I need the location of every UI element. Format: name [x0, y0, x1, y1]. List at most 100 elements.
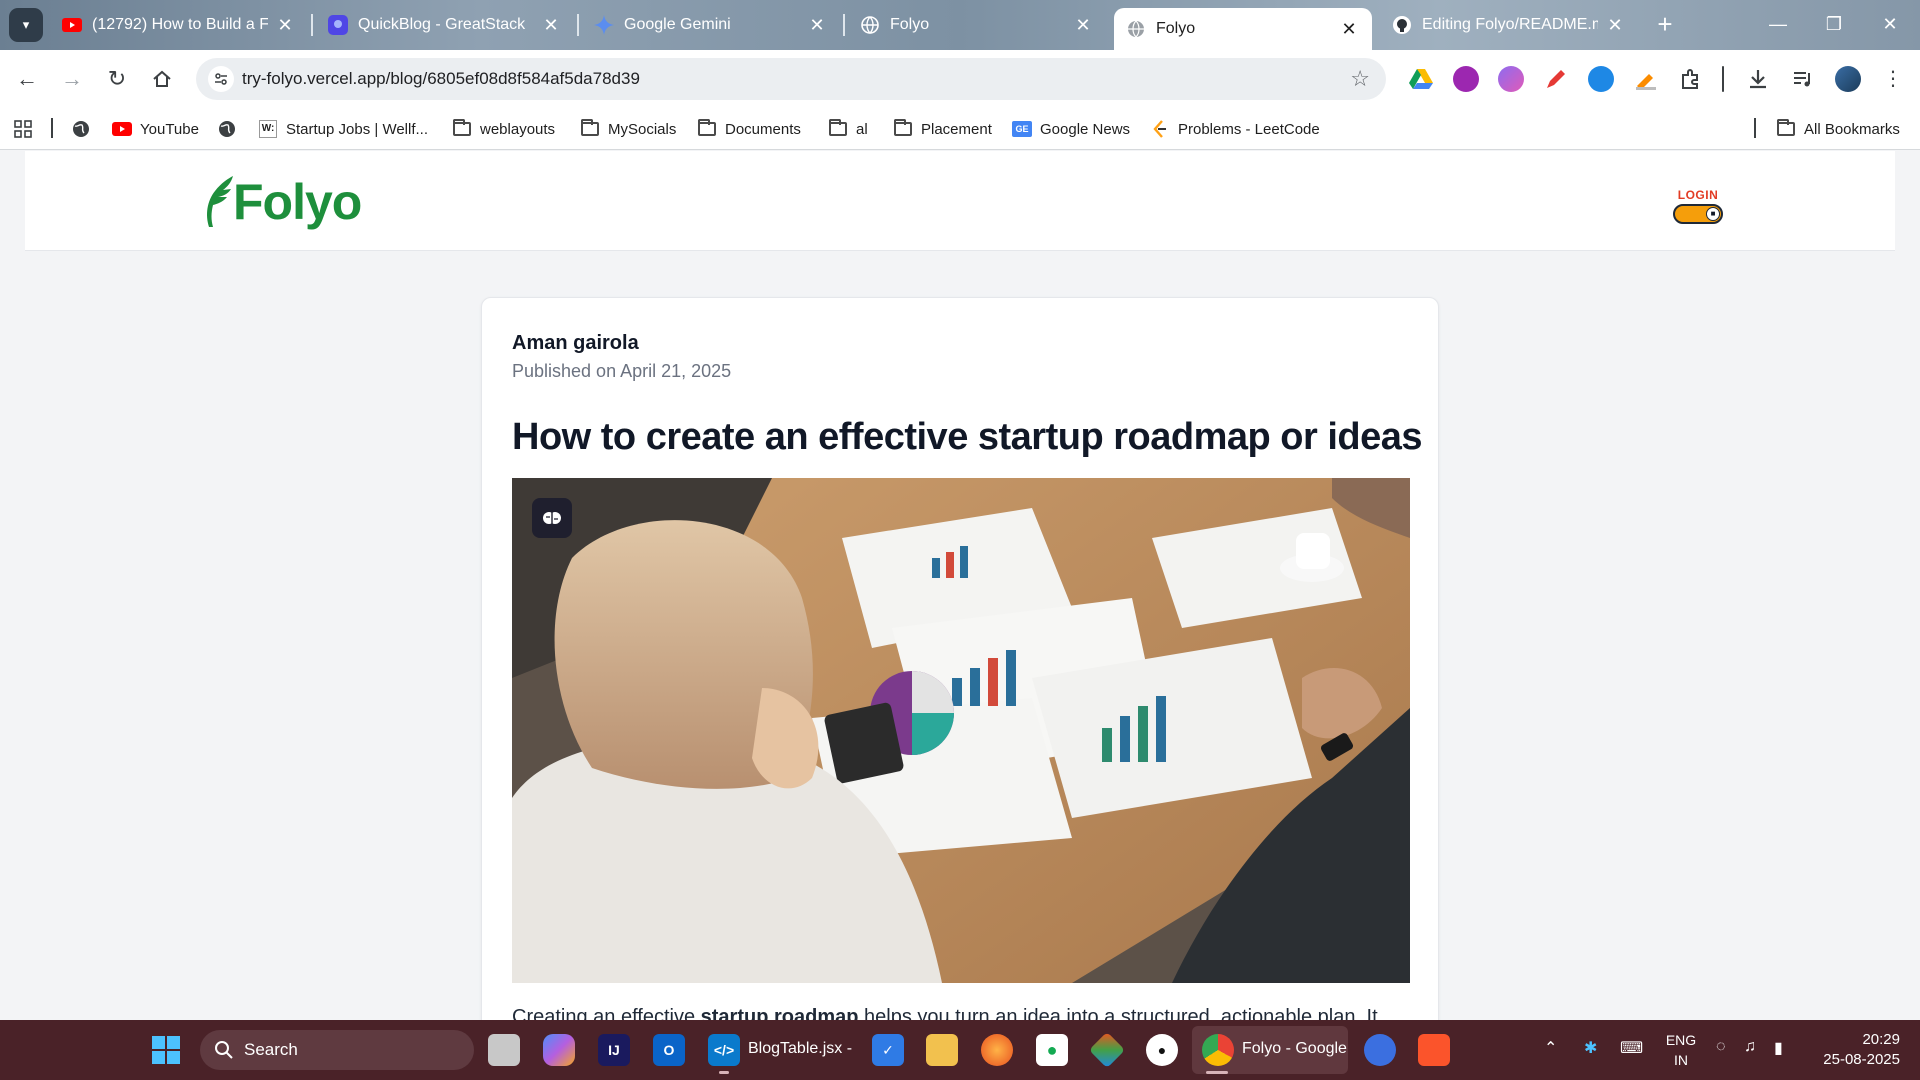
wifi-icon[interactable]: ◌ — [1716, 1038, 1726, 1056]
tab-folyo-active[interactable]: Folyo ✕ — [1114, 8, 1372, 50]
bookmark-leetcode[interactable]: Problems - LeetCode — [1150, 118, 1320, 140]
keyboard-icon[interactable]: ⌨ — [1620, 1038, 1643, 1058]
minimize-button[interactable]: — — [1750, 8, 1806, 40]
site-info-icon[interactable] — [208, 66, 234, 92]
intellij-icon[interactable]: IJ — [598, 1034, 630, 1066]
google-drive-icon[interactable] — [1408, 66, 1434, 92]
bookmark-star-icon[interactable]: ☆ — [1350, 66, 1370, 92]
tab-youtube[interactable]: (12792) How to Build a Full ✕ — [50, 6, 308, 44]
translate-app-icon[interactable] — [1364, 1034, 1396, 1066]
close-icon[interactable]: ✕ — [1074, 15, 1092, 36]
blog-post-card: Aman gairola Published on April 21, 2025… — [481, 297, 1439, 1057]
back-button[interactable]: ← — [11, 63, 43, 95]
download-icon[interactable] — [1745, 66, 1771, 92]
chevron-up-icon[interactable]: ⌃ — [1544, 1038, 1557, 1058]
github-desktop-icon[interactable]: ● — [1146, 1034, 1178, 1066]
url-text: try-folyo.vercel.app/blog/6805ef08d8f584… — [242, 69, 640, 88]
windows-start-icon[interactable] — [150, 1034, 182, 1066]
close-window-button[interactable]: ✕ — [1862, 8, 1918, 40]
chrome-icon — [1202, 1034, 1234, 1066]
tab-gemini[interactable]: Google Gemini ✕ — [582, 6, 840, 44]
task-view-icon[interactable] — [488, 1034, 520, 1066]
all-bookmarks-label: All Bookmarks — [1804, 120, 1900, 138]
bluetooth-icon[interactable]: ✱ — [1584, 1038, 1597, 1058]
mongodb-icon[interactable]: ● — [1036, 1034, 1068, 1066]
profile-avatar[interactable] — [1835, 66, 1861, 92]
bookmark-youtube[interactable]: YouTube — [112, 118, 199, 140]
bookmark-folder-weblayouts[interactable]: weblayouts — [452, 118, 555, 140]
bookmark-folder-placement[interactable]: Placement — [893, 118, 992, 140]
globe-icon[interactable] — [72, 118, 90, 140]
bookmark-folder-documents[interactable]: Documents — [697, 118, 801, 140]
vscode-window-label[interactable]: BlogTable.jsx - — [748, 1040, 852, 1058]
bookmark-folder-al[interactable]: al — [828, 118, 868, 140]
pen-extension-icon[interactable] — [1543, 66, 1569, 92]
outlook-icon[interactable]: O — [653, 1034, 685, 1066]
minimize-icon: — — [1769, 14, 1787, 34]
tab-quickblog[interactable]: QuickBlog - GreatStack ✕ — [316, 6, 574, 44]
tab-title: (12792) How to Build a Full — [92, 16, 268, 33]
youtube-icon — [62, 15, 82, 35]
forward-button[interactable]: → — [56, 63, 88, 95]
copilot-icon[interactable] — [543, 1034, 575, 1066]
tab-divider — [577, 14, 579, 36]
media-control-icon[interactable] — [1790, 66, 1816, 92]
bookmark-label: YouTube — [140, 120, 199, 138]
taskbar-search[interactable]: Search — [200, 1030, 474, 1070]
home-button[interactable] — [146, 63, 178, 95]
folder-icon — [697, 119, 717, 138]
language-indicator[interactable]: ENG IN — [1664, 1030, 1698, 1070]
bookmark-folder-mysocials[interactable]: MySocials — [580, 118, 676, 140]
extension-purple-icon[interactable] — [1453, 66, 1479, 92]
close-icon[interactable]: ✕ — [1606, 15, 1624, 36]
vscode-icon[interactable]: </> — [708, 1034, 740, 1066]
post-author: Aman gairola — [512, 332, 639, 354]
git-kraken-icon[interactable] — [1088, 1031, 1126, 1069]
system-clock[interactable]: 20:29 25-08-2025 — [1810, 1030, 1900, 1070]
tab-search-button[interactable]: ▾ — [9, 8, 43, 42]
extensions-puzzle-icon[interactable] — [1678, 66, 1704, 92]
new-tab-button[interactable]: + — [1650, 10, 1680, 40]
login-label: LOGIN — [1677, 188, 1719, 202]
tab-title: Folyo — [890, 16, 930, 33]
firefox-icon[interactable] — [981, 1034, 1013, 1066]
globe-icon[interactable] — [218, 118, 236, 140]
restore-button[interactable]: ❐ — [1806, 8, 1862, 40]
bookmarks-divider — [51, 118, 53, 138]
close-icon[interactable]: ✕ — [808, 15, 826, 36]
apps-grid-icon[interactable] — [14, 118, 32, 140]
bookmark-google-news[interactable]: GE Google News — [1012, 118, 1130, 140]
bookmark-label: MySocials — [608, 120, 677, 138]
bookmark-label: al — [856, 120, 868, 138]
leaf-logo-icon — [207, 176, 233, 227]
leetcode-icon — [1150, 120, 1170, 138]
brave-icon[interactable] — [1418, 1034, 1450, 1066]
brain-extension-icon[interactable] — [1498, 66, 1524, 92]
bookmarks-bar: YouTube W: Startup Jobs | Wellf... webla… — [0, 108, 1920, 150]
close-icon[interactable]: ✕ — [276, 15, 294, 36]
wellfound-icon: W: — [258, 120, 278, 138]
menu-kebab-icon[interactable]: ⋮ — [1880, 66, 1906, 92]
translate-extension-icon[interactable] — [1588, 66, 1614, 92]
login-toggle-button[interactable]: LOGIN ■ — [1670, 188, 1726, 224]
volume-icon[interactable]: ♫ — [1744, 1038, 1756, 1056]
battery-icon[interactable]: ▮ — [1774, 1038, 1783, 1058]
close-icon[interactable]: ✕ — [1340, 19, 1358, 40]
site-logo[interactable]: Folyo — [201, 175, 362, 229]
all-bookmarks[interactable]: All Bookmarks — [1776, 118, 1900, 140]
reload-button[interactable]: ↻ — [101, 63, 133, 95]
bookmark-wellfound[interactable]: W: Startup Jobs | Wellf... — [258, 118, 428, 140]
address-bar[interactable]: try-folyo.vercel.app/blog/6805ef08d8f584… — [196, 58, 1386, 100]
file-explorer-icon[interactable] — [926, 1034, 958, 1066]
brain-icon — [543, 512, 561, 524]
tab-title: Folyo — [1156, 20, 1196, 37]
close-icon[interactable]: ✕ — [542, 15, 560, 36]
chevron-down-icon: ▾ — [22, 17, 30, 32]
highlighter-extension-icon[interactable] — [1633, 66, 1659, 92]
browser-toolbar: ← → ↻ try-folyo.vercel.app/blog/6805ef08… — [0, 50, 1920, 108]
tab-github[interactable]: Editing Folyo/README.md ✕ — [1380, 6, 1638, 44]
bookmark-label: Problems - LeetCode — [1178, 120, 1320, 138]
todo-icon[interactable]: ✓ — [872, 1034, 904, 1066]
ai-summary-button[interactable] — [532, 498, 572, 538]
tab-folyo-1[interactable]: Folyo ✕ — [848, 6, 1106, 44]
